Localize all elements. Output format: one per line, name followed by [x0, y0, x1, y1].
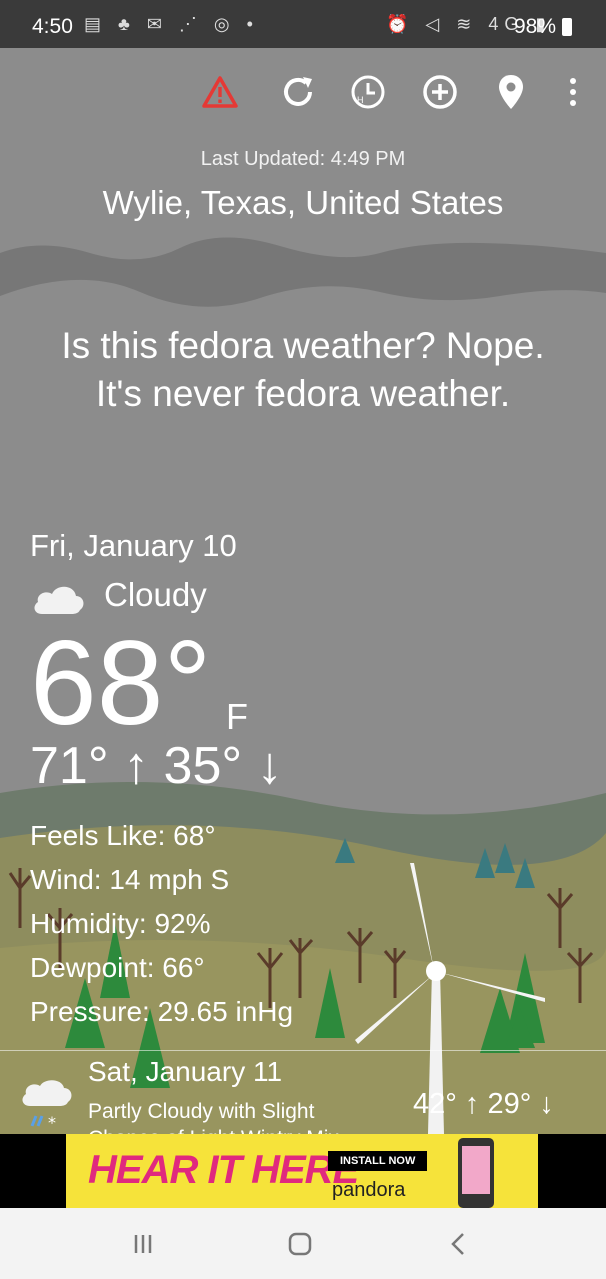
temperature-unit: F	[226, 696, 248, 737]
add-location-button[interactable]	[418, 70, 462, 114]
dewpoint: Dewpoint: 66°	[30, 952, 205, 983]
current-date: Fri, January 10	[30, 528, 237, 563]
home-button[interactable]	[270, 1226, 330, 1262]
svg-text:H: H	[357, 95, 364, 105]
battery-percent: 98%	[514, 15, 557, 38]
weather-alert-button[interactable]	[198, 70, 242, 114]
high-low-temperature: 71° ↑ 35° ↓	[30, 737, 283, 795]
ad-headline: HEAR IT HERE	[88, 1148, 359, 1192]
back-icon	[451, 1233, 464, 1255]
forecast-description: Partly Cloudy with Slight Chance of Ligh…	[88, 1100, 339, 1134]
last-updated: Last Updated: 4:49 PM	[200, 148, 406, 170]
status-time: 4:50	[32, 15, 73, 38]
condition-text: Cloudy	[104, 576, 207, 613]
humidity: Humidity: 92%	[30, 908, 211, 939]
cloud-icon	[34, 586, 84, 614]
notification-icons: ▤ ♣ ✉ ⋰ ◎ •	[84, 14, 259, 34]
recents-icon	[134, 1235, 152, 1253]
map-pin-icon	[499, 75, 523, 109]
clock-icon: H	[351, 75, 385, 109]
overflow-menu-icon	[570, 78, 576, 106]
battery-indicator: 98%	[514, 15, 573, 39]
ad-brand: pandora	[332, 1179, 406, 1201]
recents-button[interactable]	[113, 1226, 173, 1262]
svg-text:*: *	[48, 1113, 56, 1130]
ad-install-button[interactable]: INSTALL NOW	[328, 1151, 428, 1171]
weather-app: H Last Updated: 4:49 PM Wylie, Texas, Un…	[0, 48, 606, 1134]
forecast-date[interactable]: Sat, January 11	[88, 1056, 282, 1088]
back-button[interactable]	[428, 1226, 488, 1262]
weather-details: Feels Like: 68° Wind: 14 mph S Humidity:…	[30, 814, 293, 1034]
refresh-button[interactable]	[276, 70, 320, 114]
add-location-icon	[423, 75, 457, 109]
battery-icon	[562, 18, 573, 36]
forecast-divider	[0, 1050, 606, 1051]
home-icon	[288, 1232, 312, 1256]
refresh-icon	[284, 77, 312, 106]
hourly-forecast-button[interactable]: H	[346, 70, 390, 114]
pressure: Pressure: 29.65 inHg	[30, 996, 294, 1027]
ad-banner[interactable]: HEAR IT HERE INSTALL NOW pandora	[0, 1134, 606, 1208]
location-name[interactable]: Wylie, Texas, United States	[0, 184, 606, 222]
ad-content[interactable]: HEAR IT HERE INSTALL NOW pandora	[66, 1134, 538, 1208]
warning-icon	[202, 76, 238, 108]
wintry-mix-icon: *	[22, 1080, 72, 1130]
feels-like: Feels Like: 68°	[30, 820, 216, 851]
toolbar: H	[0, 70, 606, 114]
overflow-menu-button[interactable]	[551, 70, 595, 114]
location-button[interactable]	[489, 70, 533, 114]
weather-quote: Is this fedora weather? Nope. It's never…	[61, 325, 545, 414]
status-bar: 4:50 ▤ ♣ ✉ ⋰ ◎ • ⏰ ◁ ≋ 4G ▮ 98%	[0, 0, 606, 48]
navigation-bar	[0, 1208, 606, 1279]
wind: Wind: 14 mph S	[30, 864, 230, 895]
current-temperature: 68°	[30, 616, 212, 750]
forecast-high-low: 42° ↑ 29° ↓	[413, 1088, 554, 1120]
ad-phone-image	[458, 1138, 494, 1208]
